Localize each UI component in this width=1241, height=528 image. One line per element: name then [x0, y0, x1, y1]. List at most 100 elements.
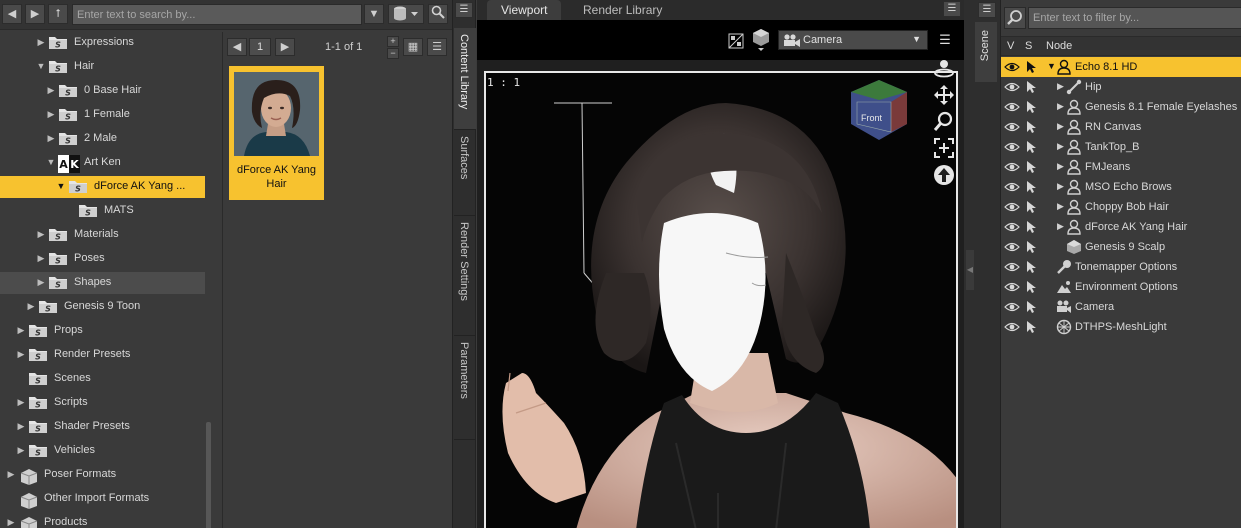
tab-parameters[interactable]: Parameters: [454, 336, 476, 440]
tree-item[interactable]: ▶ S Shapes: [0, 272, 205, 294]
tree-item[interactable]: ▶ S 0 Base Hair: [0, 80, 205, 102]
selectable-cursor-icon[interactable]: [1025, 200, 1039, 214]
tree-item[interactable]: ▶ S Props: [0, 320, 205, 342]
selectable-cursor-icon[interactable]: [1025, 160, 1039, 174]
scene-node-row[interactable]: ▶ TankTop_B: [1001, 137, 1241, 157]
tab-viewport[interactable]: Viewport: [487, 0, 562, 20]
scene-node-row[interactable]: DTHPS-MeshLight: [1001, 317, 1241, 337]
prev-page-icon[interactable]: ◀: [227, 38, 247, 56]
selectable-cursor-icon[interactable]: [1025, 300, 1039, 314]
tree-item[interactable]: ▼ A K Art Ken: [0, 152, 205, 174]
zoom-out-icon[interactable]: −: [387, 48, 399, 59]
collapsed-arrow-icon[interactable]: ▶: [1057, 141, 1064, 152]
collapsed-arrow-icon[interactable]: ▶: [1057, 121, 1064, 132]
view-cube-icon[interactable]: Front: [847, 78, 911, 142]
collapsed-arrow-icon[interactable]: ▶: [46, 109, 56, 120]
column-visible[interactable]: V: [1007, 40, 1014, 52]
tree-item[interactable]: ▶ Products: [0, 512, 205, 528]
expanded-arrow-icon[interactable]: ▼: [56, 181, 66, 191]
scene-node-row[interactable]: ▶ FMJeans: [1001, 157, 1241, 177]
scene-node-row[interactable]: Camera: [1001, 297, 1241, 317]
pane-menu-icon[interactable]: ☰: [455, 2, 473, 18]
tree-item[interactable]: ▶ S Expressions: [0, 32, 205, 54]
expanded-arrow-icon[interactable]: ▼: [36, 61, 46, 71]
display-mode-icon[interactable]: [751, 28, 771, 52]
collapsed-arrow-icon[interactable]: ▶: [6, 517, 16, 528]
scene-node-row[interactable]: ▶ Genesis 8.1 Female Eyelashes: [1001, 97, 1241, 117]
visibility-eye-icon[interactable]: [1004, 282, 1020, 292]
viewport-options-icon[interactable]: ☰: [936, 32, 954, 50]
scene-node-row[interactable]: ▶ dForce AK Yang Hair: [1001, 217, 1241, 237]
collapsed-arrow-icon[interactable]: ▶: [1057, 81, 1064, 92]
tree-item[interactable]: ▶ S 1 Female: [0, 104, 205, 126]
selectable-cursor-icon[interactable]: [1025, 220, 1039, 234]
pan-icon[interactable]: [932, 84, 956, 108]
collapsed-arrow-icon[interactable]: ▶: [1057, 181, 1064, 192]
collapsed-arrow-icon[interactable]: ▶: [16, 397, 26, 408]
reset-view-icon[interactable]: [932, 164, 956, 188]
tree-scrollbar-thumb[interactable]: [206, 422, 211, 528]
tree-item[interactable]: ▶ S Genesis 9 Toon: [0, 296, 205, 318]
selectable-cursor-icon[interactable]: [1025, 80, 1039, 94]
zoom-icon[interactable]: [932, 110, 956, 134]
tree-item[interactable]: ▶ S Render Presets: [0, 344, 205, 366]
scene-node-row[interactable]: Environment Options: [1001, 277, 1241, 297]
selectable-cursor-icon[interactable]: [1025, 120, 1039, 134]
selectable-cursor-icon[interactable]: [1025, 260, 1039, 274]
selectable-cursor-icon[interactable]: [1025, 100, 1039, 114]
selectable-cursor-icon[interactable]: [1025, 60, 1039, 74]
collapsed-arrow-icon[interactable]: ▶: [6, 469, 16, 480]
collapsed-arrow-icon[interactable]: ▶: [16, 349, 26, 360]
visibility-eye-icon[interactable]: [1004, 82, 1020, 92]
visibility-eye-icon[interactable]: [1004, 182, 1020, 192]
collapsed-arrow-icon[interactable]: ▶: [1057, 161, 1064, 172]
collapsed-arrow-icon[interactable]: ▶: [26, 301, 36, 312]
collapsed-arrow-icon[interactable]: ▶: [36, 37, 46, 48]
column-node[interactable]: Node: [1046, 40, 1072, 52]
next-page-icon[interactable]: ▶: [275, 38, 295, 56]
visibility-eye-icon[interactable]: [1004, 102, 1020, 112]
database-icon[interactable]: [388, 4, 424, 24]
visibility-eye-icon[interactable]: [1004, 242, 1020, 252]
tab-render-settings[interactable]: Render Settings: [454, 216, 476, 336]
scene-node-row[interactable]: ▶ RN Canvas: [1001, 117, 1241, 137]
collapsed-arrow-icon[interactable]: ▶: [36, 253, 46, 264]
collapsed-arrow-icon[interactable]: ▶: [46, 85, 56, 96]
collapsed-arrow-icon[interactable]: ▶: [16, 445, 26, 456]
forward-arrow-icon[interactable]: ▶: [25, 4, 45, 24]
tab-surfaces[interactable]: Surfaces: [454, 130, 476, 216]
scene-node-row[interactable]: ▼ Echo 8.1 HD: [1001, 57, 1241, 77]
tree-item[interactable]: ▶ S Shader Presets: [0, 416, 205, 438]
visibility-eye-icon[interactable]: [1004, 162, 1020, 172]
back-arrow-icon[interactable]: ◀: [2, 4, 22, 24]
collapsed-arrow-icon[interactable]: ▶: [36, 229, 46, 240]
tab-render-library[interactable]: Render Library: [569, 0, 676, 20]
tab-content-library[interactable]: Content Library: [454, 28, 476, 130]
scene-filter-input[interactable]: [1028, 7, 1241, 29]
collapsed-arrow-icon[interactable]: ▶: [16, 421, 26, 432]
camera-select[interactable]: Camera ▼: [778, 30, 928, 50]
tree-item[interactable]: S MATS: [0, 200, 205, 222]
expanded-arrow-icon[interactable]: ▼: [46, 157, 56, 167]
content-search-input[interactable]: [72, 4, 362, 25]
search-dropdown-icon[interactable]: ▼: [364, 4, 384, 24]
tree-item[interactable]: S Scenes: [0, 368, 205, 390]
scene-node-row[interactable]: Genesis 9 Scalp: [1001, 237, 1241, 257]
list-view-icon[interactable]: ☰: [427, 38, 447, 56]
draw-style-icon[interactable]: [727, 32, 745, 50]
tree-item[interactable]: ▶ S Poses: [0, 248, 205, 270]
column-selectable[interactable]: S: [1025, 40, 1032, 52]
icon-view-icon[interactable]: ▦: [403, 38, 423, 56]
asset-thumbnail[interactable]: dForce AK Yang Hair: [229, 66, 324, 200]
tree-item[interactable]: ▶ S Scripts: [0, 392, 205, 414]
tree-item[interactable]: ▶ S Materials: [0, 224, 205, 246]
collapsed-arrow-icon[interactable]: ▶: [1057, 221, 1064, 232]
scene-node-row[interactable]: Tonemapper Options: [1001, 257, 1241, 277]
frame-icon[interactable]: [932, 137, 956, 161]
collapsed-arrow-icon[interactable]: ▶: [1057, 201, 1064, 212]
selectable-cursor-icon[interactable]: [1025, 320, 1039, 334]
selectable-cursor-icon[interactable]: [1025, 140, 1039, 154]
scene-pane-menu-icon[interactable]: ☰: [978, 2, 996, 18]
tree-item[interactable]: Other Import Formats: [0, 488, 205, 510]
search-icon[interactable]: [428, 4, 448, 24]
